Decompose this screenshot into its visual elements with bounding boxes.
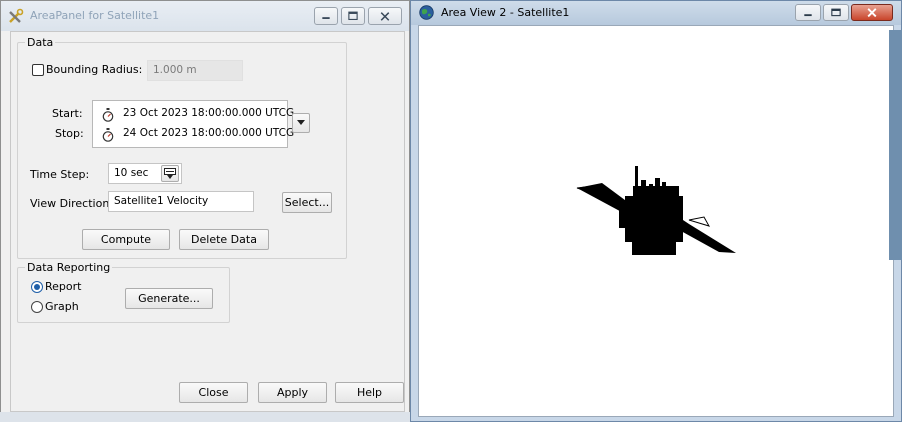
chevron-down-icon [297,120,305,125]
close-window-button[interactable] [851,4,893,21]
graph-radio-label[interactable]: Graph [45,300,79,313]
maximize-button[interactable] [341,7,365,25]
compute-button[interactable]: Compute [82,229,170,250]
maximize-button[interactable] [823,4,849,21]
bounding-radius-label: Bounding Radius: [46,63,143,76]
interval-dropdown-button[interactable] [292,113,310,133]
minimize-icon [804,14,812,17]
globe-icon [419,5,434,20]
minimize-button[interactable] [795,4,821,21]
tools-icon [9,8,24,23]
minimize-button[interactable] [314,7,338,25]
view-direction-field[interactable]: Satellite1 Velocity [108,191,254,212]
data-group-label: Data [25,36,56,49]
graph-radio[interactable] [31,301,43,313]
satellite-model [576,166,736,255]
help-button[interactable]: Help [335,382,404,403]
stop-label: Stop: [55,127,84,140]
data-reporting-label: Data Reporting [25,261,113,274]
minimize-icon [322,17,330,19]
report-radio[interactable] [31,281,43,293]
time-step-label: Time Step: [30,168,90,181]
time-interval-box[interactable]: 23 Oct 2023 18:00:00.000 UTCG 24 Oct 202… [92,100,294,148]
title-bar[interactable]: AreaPanel for Satellite1 [1,1,409,31]
bounding-radius-field[interactable]: 1.000 m [147,60,243,81]
delete-data-button[interactable]: Delete Data [179,229,269,250]
window-bottom-edge [0,412,410,422]
area-panel-body: Data Bounding Radius: 1.000 m Start: Sto… [10,31,405,412]
title-bar[interactable]: Area View 2 - Satellite1 [411,1,901,25]
desktop-edge [889,30,902,260]
maximize-icon [831,8,841,17]
stopwatch-icon [102,128,114,142]
stop-time-value[interactable]: 24 Oct 2023 18:00:00.000 UTCG [123,127,294,139]
time-step-value: 10 sec [114,167,149,179]
window-title: AreaPanel for Satellite1 [30,9,160,22]
generate-button[interactable]: Generate... [125,288,213,309]
window-title: Area View 2 - Satellite1 [441,6,570,19]
report-radio-label[interactable]: Report [45,280,81,293]
close-icon [380,12,390,21]
close-icon [867,8,877,18]
select-button[interactable]: Select... [282,192,332,213]
start-time-value[interactable]: 23 Oct 2023 18:00:00.000 UTCG [123,107,294,119]
stopwatch-icon [102,108,114,122]
time-step-spin-button[interactable] [161,165,179,182]
area-view-window: Area View 2 - Satellite1 [410,0,902,422]
view-direction-label: View Direction: [30,197,113,210]
start-label: Start: [52,107,83,120]
bounding-radius-checkbox[interactable] [32,64,44,76]
3d-view-canvas[interactable] [418,25,894,417]
calculator-icon [164,168,176,179]
maximize-icon [348,11,358,21]
area-panel-window: AreaPanel for Satellite1 Data Bounding R… [0,0,410,422]
apply-button[interactable]: Apply [258,382,327,403]
close-window-button[interactable] [368,7,402,25]
close-button[interactable]: Close [179,382,248,403]
